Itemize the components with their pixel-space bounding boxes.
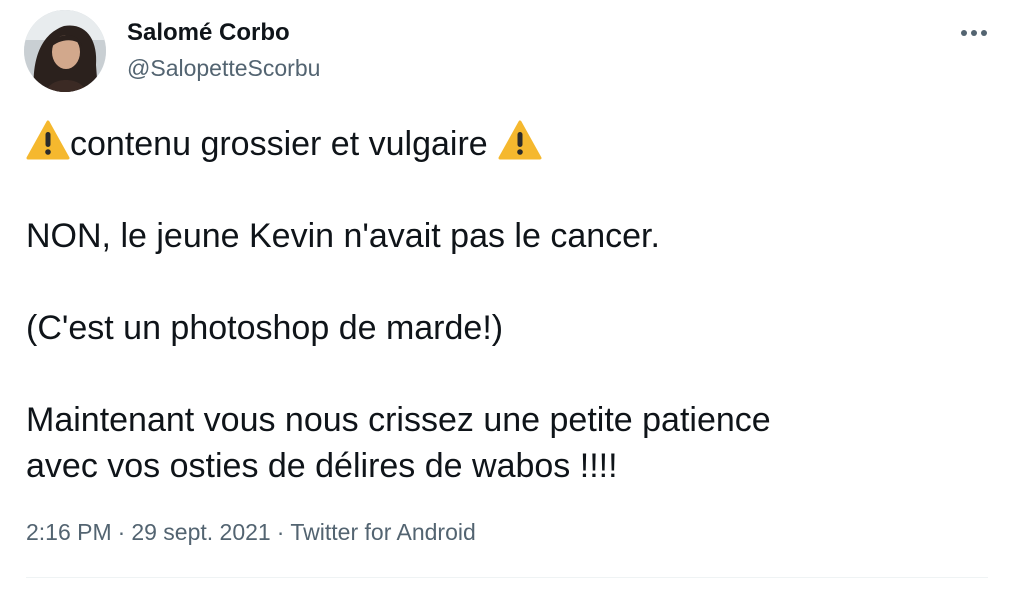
tweet-line-2: NON, le jeune Kevin n'avait pas le cance…	[26, 217, 660, 255]
tweet-time: 2:16 PM	[26, 519, 112, 545]
tweet-timestamp-link[interactable]: 2:16 PM · 29 sept. 2021	[26, 519, 271, 545]
tweet-line-3: (C'est un photoshop de marde!)	[26, 309, 504, 347]
tweet-source-link[interactable]: Twitter for Android	[290, 519, 475, 545]
meta-separator: ·	[276, 519, 285, 545]
tweet-line-4b: avec vos osties de délires de wabos !!!!	[26, 447, 618, 485]
avatar[interactable]	[24, 10, 106, 92]
author-name[interactable]: Salomé Corbo	[127, 18, 290, 48]
warning-emoji-icon	[26, 120, 70, 160]
author-handle[interactable]: @SalopetteScorbu	[127, 54, 320, 82]
avatar-image	[24, 10, 106, 92]
meta-separator: ·	[117, 519, 126, 545]
warning-emoji-icon	[498, 120, 542, 160]
tweet-line-1: contenu grossier et vulgaire	[70, 125, 488, 163]
tweet-metadata: 2:16 PM · 29 sept. 2021 · Twitter for Androi…	[26, 517, 476, 547]
tweet-line-4: Maintenant vous nous crissez une petite …	[26, 397, 986, 489]
tweet-date: 29 sept. 2021	[131, 519, 271, 545]
more-options-button[interactable]	[954, 18, 994, 48]
divider	[26, 577, 988, 578]
tweet-line-4a: Maintenant vous nous crissez une petite …	[26, 401, 771, 439]
more-dots-icon	[961, 30, 987, 36]
tweet-line-warning: contenu grossier et vulgaire	[26, 120, 986, 167]
tweet-text: contenu grossier et vulgaire NON, le jeu…	[26, 120, 986, 489]
tweet-card: Salomé Corbo @SalopetteScorbu contenu gr…	[0, 0, 1024, 606]
